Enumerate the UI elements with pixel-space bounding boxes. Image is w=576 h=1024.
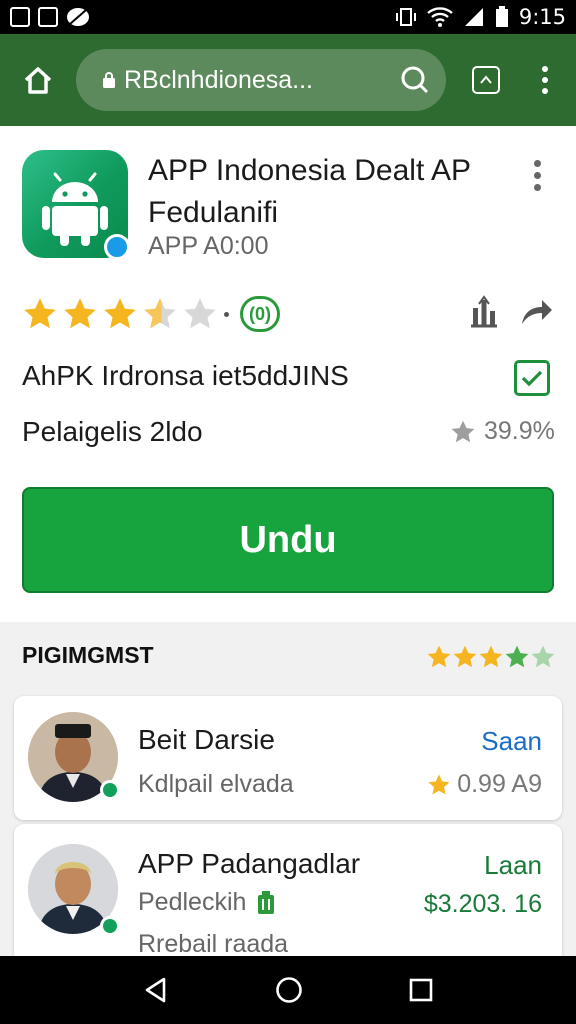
wifi-icon — [427, 7, 453, 27]
reviewer-name: APP Padangadlar — [138, 848, 361, 879]
verified-checkbox[interactable] — [514, 360, 550, 396]
vibrate-icon — [395, 8, 416, 26]
separator-dot — [224, 312, 229, 317]
share-icon[interactable] — [518, 294, 554, 330]
rating-count-badge: (0) — [240, 296, 280, 332]
app-icon — [22, 150, 130, 260]
review-card[interactable]: Beit Darsie Kdlpail elvada Saan 0.99 A9 — [14, 696, 562, 820]
battery-icon — [495, 6, 508, 27]
grey-star-icon — [451, 420, 475, 442]
clock: 9:15 — [518, 5, 566, 29]
rating-stars — [22, 296, 218, 332]
stats-icon[interactable] — [466, 294, 502, 330]
online-status-dot — [100, 780, 120, 800]
star-icon — [427, 645, 451, 668]
reviews-section: PIGIMGMST Beit Darsie Kdlpail elvada Saa… — [0, 622, 576, 964]
star-icon — [531, 645, 555, 668]
browser-menu-button[interactable] — [540, 66, 550, 94]
home-nav-icon[interactable] — [274, 975, 304, 1005]
review-card[interactable]: APP Padangadlar Pedleckih Rrebail raada … — [14, 824, 562, 964]
app-title: APP Indonesia Dealt AP Fedulanifi — [148, 154, 471, 229]
app-developer: APP A0:00 — [148, 232, 269, 260]
review-tag[interactable]: Laan — [484, 850, 542, 881]
star-icon — [104, 298, 136, 329]
reviewer-subtitle: Pedleckih — [138, 888, 276, 917]
app-category-line: Pelaigelis 2ldo — [22, 416, 203, 447]
rating-row: (0) — [0, 290, 576, 346]
reviews-stars — [426, 644, 556, 670]
rating-percent: 39.9% — [450, 417, 555, 446]
back-icon[interactable] — [142, 976, 170, 1004]
review-rating: 0.99 A9 — [427, 770, 542, 799]
half-star-icon — [144, 298, 176, 329]
app-more-button[interactable] — [534, 160, 541, 191]
recents-icon[interactable] — [408, 977, 434, 1003]
battery-icon — [258, 890, 275, 914]
star-icon — [24, 298, 56, 329]
address-bar[interactable]: RBclnhdionesa... — [76, 49, 446, 111]
reviewer-subtitle: Kdlpail elvada — [138, 770, 294, 798]
reviewer-note: Rrebail raada — [138, 930, 289, 958]
home-icon — [24, 67, 52, 94]
browser-toolbar: RBclnhdionesa... — [0, 34, 576, 126]
signal-icon — [464, 8, 483, 26]
star-icon — [64, 298, 96, 329]
leaf-icon — [67, 8, 89, 26]
reviewer-subtitle-text: Pedleckih — [138, 888, 247, 916]
navigation-bar — [0, 956, 576, 1024]
home-button[interactable] — [0, 34, 76, 126]
empty-star-icon — [184, 298, 216, 329]
check-icon — [521, 370, 543, 387]
star-icon — [428, 774, 450, 794]
url-text: RBclnhdionesa... — [124, 65, 314, 94]
reviewer-name: Beit Darsie — [138, 724, 275, 755]
star-icon — [505, 645, 529, 668]
app-header: APP Indonesia Dealt AP Fedulanifi APP A0… — [0, 126, 576, 296]
lock-icon — [103, 72, 115, 88]
reviews-heading: PIGIMGMST — [22, 642, 154, 668]
app-status-dot — [104, 234, 130, 260]
download-button[interactable]: Undu — [22, 487, 554, 593]
tab-icon — [480, 75, 492, 84]
review-rating-value: 0.99 A9 — [457, 770, 542, 798]
tab-switcher-button[interactable] — [472, 66, 500, 94]
review-price: $3.203. 16 — [423, 890, 542, 918]
star-icon — [453, 645, 477, 668]
review-tag[interactable]: Saan — [481, 726, 542, 757]
star-icon — [479, 645, 503, 668]
status-bar: 9:15 — [0, 0, 576, 34]
app-info-line: AhPK Irdronsa iet5ddJINS — [22, 360, 349, 391]
app-notification-icon — [38, 7, 58, 27]
percent-text: 39.9% — [484, 417, 555, 445]
notification-icon — [10, 7, 30, 27]
online-status-dot — [100, 916, 120, 936]
search-icon[interactable] — [400, 65, 430, 95]
